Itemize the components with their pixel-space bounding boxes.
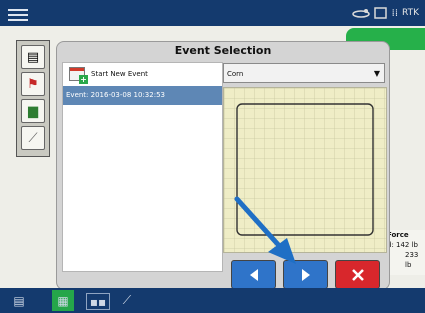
device-icon <box>373 7 387 19</box>
satellite-icon <box>351 9 370 18</box>
list-tool-icon[interactable]: ▤ <box>21 45 45 69</box>
previous-button[interactable] <box>231 260 276 289</box>
next-button[interactable] <box>283 260 328 289</box>
guidance-icon[interactable]: ⟋ <box>116 290 138 311</box>
field-grid <box>224 88 386 252</box>
new-event-icon: + <box>69 67 88 84</box>
force-label: Force <box>387 231 409 239</box>
left-arrow-icon <box>249 268 258 281</box>
crop-value: Corn <box>227 70 244 78</box>
dialog-title: Event Selection <box>174 44 272 57</box>
split-view-icon[interactable]: ▪▪ <box>86 293 110 310</box>
event-selection-dialog: Event Selection + Start New Event Event:… <box>56 41 390 290</box>
event-list: + Start New Event Event: 2016-03-08 10:3… <box>62 62 223 272</box>
map-view-icon[interactable]: ▦ <box>52 290 74 311</box>
start-new-event-label: Start New Event <box>91 70 148 78</box>
side-toolbar: ▤ ⚑ ▆ ⟋ <box>16 40 50 157</box>
menu-icon[interactable] <box>6 6 30 22</box>
gps-status-text: RTK <box>402 8 419 18</box>
cancel-button[interactable] <box>335 260 380 289</box>
crop-dropdown[interactable]: Corn ▼ <box>223 63 385 83</box>
event-item-selected[interactable]: Event: 2016-03-08 10:32:53 <box>63 86 222 105</box>
dropdown-arrow-icon: ▼ <box>373 69 380 78</box>
flag-tool-icon[interactable]: ⚑ <box>21 72 45 96</box>
signal-icon: ⁞⁞ <box>391 7 398 19</box>
bottom-bar: ▤ ▦ ▪▪ ⟋ <box>0 288 425 313</box>
top-bar: ⁞⁞ RTK <box>0 0 425 26</box>
start-new-event-item[interactable]: + Start New Event <box>63 63 222 85</box>
status-icons: ⁞⁞ RTK <box>351 5 419 21</box>
force-value-2: 233 lb <box>405 251 419 269</box>
force-value-1: d: 142 lb <box>387 241 419 249</box>
right-arrow-icon <box>301 268 310 281</box>
measure-tool-icon[interactable]: ⟋ <box>21 126 45 150</box>
field-preview-map <box>223 87 387 253</box>
field-tool-icon[interactable]: ▆ <box>21 99 45 123</box>
document-icon[interactable]: ▤ <box>8 290 30 311</box>
close-icon <box>351 268 364 281</box>
